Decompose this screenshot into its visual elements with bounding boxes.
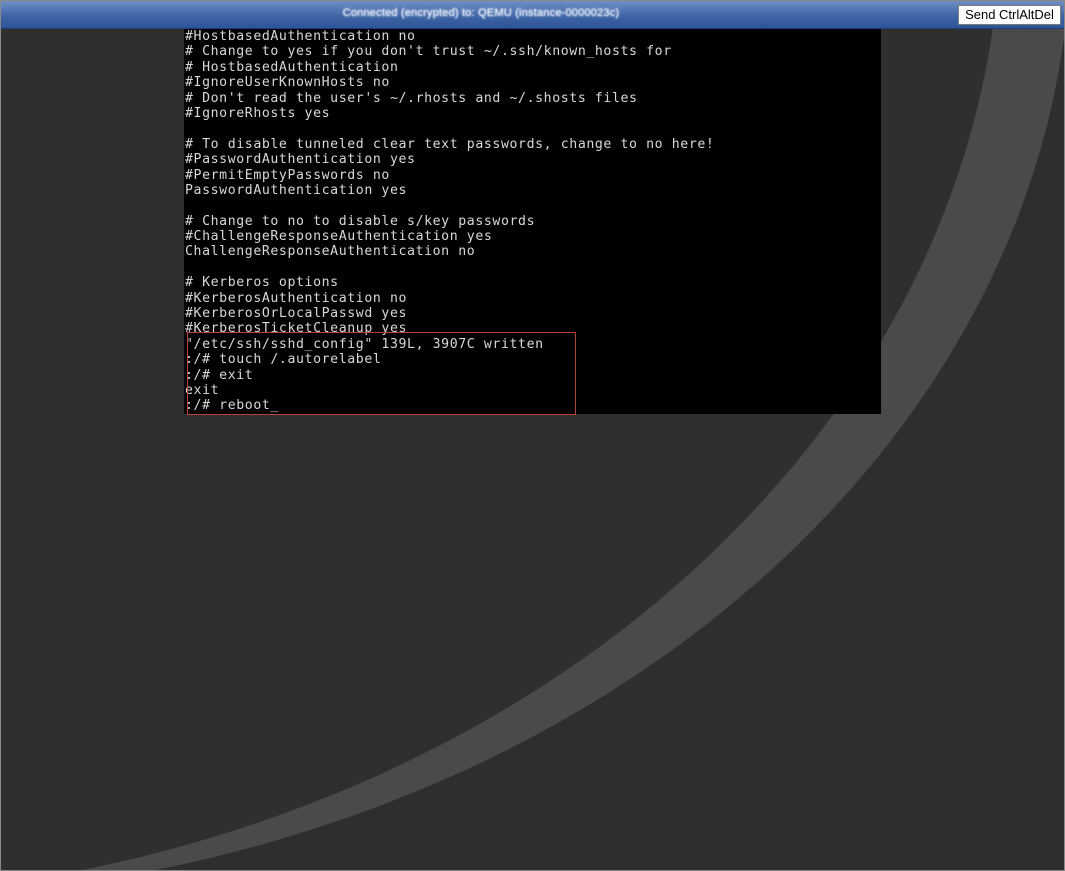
terminal-line: # To disable tunneled clear text passwor…: [185, 136, 715, 152]
terminal-line: # Kerberos options: [185, 275, 339, 291]
terminal-line: "/etc/ssh/sshd_config" 139L, 3907C writt…: [185, 336, 544, 352]
terminal-line: exit: [185, 382, 220, 398]
terminal-line: #ChallengeResponseAuthentication yes: [185, 229, 493, 245]
terminal-line: # Don't read the user's ~/.rhosts and ~/…: [185, 90, 638, 106]
terminal-line: # HostbasedAuthentication: [185, 59, 399, 75]
terminal-line: #PasswordAuthentication yes: [185, 152, 416, 168]
terminal-line: #PermitEmptyPasswords no: [185, 167, 390, 183]
title-bar: Connected (encrypted) to: QEMU (instance…: [1, 1, 1064, 29]
terminal-line: #HostbasedAuthentication no: [185, 29, 416, 44]
terminal-line: PasswordAuthentication yes: [185, 182, 408, 198]
terminal-line: #IgnoreUserKnownHosts no: [185, 75, 390, 91]
terminal-output: #HostbasedAuthentication no # Change to y…: [185, 29, 714, 414]
terminal-line: ChallengeResponseAuthentication no: [185, 244, 476, 260]
terminal-line: :/# reboot_: [185, 398, 279, 414]
send-ctrl-alt-del-button[interactable]: Send CtrlAltDel: [958, 5, 1061, 25]
terminal-screen[interactable]: #HostbasedAuthentication no # Change to y…: [184, 29, 881, 414]
connection-status-title: Connected (encrypted) to: QEMU (instance…: [342, 7, 620, 19]
terminal-line: # Change to no to disable s/key password…: [185, 213, 536, 229]
terminal-line: # Change to yes if you don't trust ~/.ss…: [185, 44, 672, 60]
vnc-console-window: Connected (encrypted) to: QEMU (instance…: [0, 0, 1065, 871]
terminal-line: :/# exit: [185, 367, 254, 383]
terminal-line: #IgnoreRhosts yes: [185, 105, 331, 121]
terminal-line: #KerberosAuthentication no: [185, 290, 408, 306]
terminal-line: :/# touch /.autorelabel: [185, 352, 382, 368]
terminal-line: #KerberosOrLocalPasswd yes: [185, 306, 408, 322]
terminal-line: #KerberosTicketCleanup yes: [185, 321, 408, 337]
